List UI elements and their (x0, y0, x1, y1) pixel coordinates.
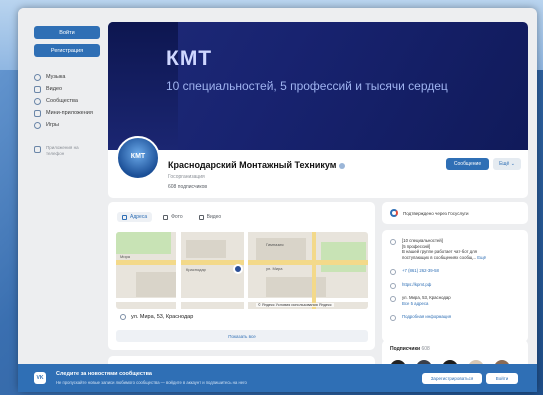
music-icon (34, 73, 41, 81)
show-all-button[interactable]: Показать все (116, 330, 368, 342)
location-icon (120, 314, 126, 320)
address-line: ул. Мира, 53, Краснодар (120, 314, 193, 320)
map-label: Краснодар (186, 267, 206, 272)
nav-item-music[interactable]: Музыка (34, 72, 65, 82)
all-addresses-link[interactable]: Все 5 адреса (402, 301, 451, 307)
cover-title: КМТ (166, 47, 213, 70)
tab-label: Видео (206, 214, 222, 220)
info-site[interactable]: https://kpmt.рф (390, 282, 431, 289)
left-nav: Войти Регистрация Музыка Видео Сообществ… (18, 8, 106, 392)
globe-icon (390, 283, 396, 289)
register-button[interactable]: Регистрация (34, 44, 100, 57)
nav-item-games[interactable]: Игры (34, 120, 59, 130)
login-button[interactable]: Войти (34, 26, 100, 39)
card-tabs: Адреса Фото Видео (117, 212, 226, 222)
signup-banner: VK Следите за новостями сообщества Не пр… (18, 364, 537, 392)
games-icon (34, 121, 41, 129)
phone-icon (390, 269, 396, 275)
nav-item-mini-apps[interactable]: Мини-приложения (34, 108, 93, 118)
tab-addresses[interactable]: Адреса (117, 212, 153, 222)
info-phone[interactable]: +7 (861) 262-39-58 (390, 268, 439, 275)
apps-icon (34, 109, 41, 117)
apps-promo-label: Приложения на телефон (46, 145, 79, 156)
details-link: Подробная информация (402, 314, 452, 319)
video-icon (198, 214, 204, 220)
info-address: ул. Мира, 53, Краснодар Все 5 адреса (390, 295, 451, 306)
message-button[interactable]: Сообщение (446, 158, 489, 170)
map-road (116, 298, 368, 302)
tab-label: Адреса (130, 214, 148, 220)
map-road (312, 232, 316, 309)
tab-videos[interactable]: Видео (194, 212, 227, 222)
nav-item-video[interactable]: Видео (34, 84, 62, 94)
subscriber-count[interactable]: 608 подписчиков (168, 184, 207, 190)
info-icon (390, 239, 396, 245)
profile-bar: КМТ Краснодарский Монтажный Техникум Гос… (108, 136, 528, 198)
gosuslugi-text: Подтверждено через Госуслуги (403, 210, 469, 216)
gosuslugi-card[interactable]: Подтверждено через Госуслуги (382, 202, 528, 224)
map-view[interactable]: Мира Краснодар ул. Мира Гимназия © Яндек… (116, 232, 368, 309)
info-description: [10 специальностей] [5 профессий] В наше… (390, 238, 486, 260)
info-address-text: ул. Мира, 53, Краснодар (402, 295, 451, 300)
subscribers-title-text: Подписчики (390, 346, 421, 352)
addresses-card: Адреса Фото Видео Мира Краснодар ул. Мир… (108, 202, 375, 350)
nav-item-label: Видео (46, 86, 63, 92)
signin-button[interactable]: Войти (486, 373, 518, 384)
community-icon (34, 97, 41, 105)
nav-item-communities[interactable]: Сообщества (34, 96, 78, 106)
map-block (186, 240, 226, 258)
map-label: Гимназия (266, 242, 284, 247)
nav-item-label: Мини-приложения (46, 110, 93, 116)
nav-item-label: Игры (46, 122, 59, 128)
photo-icon (163, 214, 169, 220)
avatar[interactable]: КМТ (116, 136, 160, 180)
gosuslugi-icon (390, 209, 398, 217)
map-park (116, 232, 171, 254)
info-card: [10 специальностей] [5 профессий] В наше… (382, 230, 528, 342)
info-more-link[interactable]: Ещё (477, 255, 486, 260)
map-attribution[interactable]: © Яндекс Условия использования Яндекс (256, 303, 334, 307)
cover-subtitle: 10 специальностей, 5 профессий и тысячи … (166, 79, 448, 93)
map-label: Мира (120, 254, 131, 259)
more-button[interactable]: Ещё ⌄ (493, 158, 521, 170)
signup-button[interactable]: Зарегистрироваться (422, 373, 482, 384)
map-label: ул. Мира (266, 266, 283, 271)
map-pin-icon[interactable] (233, 264, 243, 274)
pin-icon (122, 214, 127, 220)
tab-photos[interactable]: Фото (158, 212, 188, 222)
community-type: Госорганизация (168, 174, 205, 180)
video-icon (34, 85, 41, 93)
apps-promo[interactable]: Приложения на телефон (34, 145, 86, 157)
banner-subtitle: Не пропускайте новые записи любимого соо… (56, 380, 247, 385)
address-text: ул. Мира, 53, Краснодар (131, 314, 194, 320)
tab-label: Фото (171, 214, 183, 220)
map-block (266, 277, 326, 297)
page-title: Краснодарский Монтажный Техникум (168, 160, 346, 170)
info-details[interactable]: Подробная информация (390, 314, 451, 321)
map-road (116, 260, 368, 265)
phone-icon (34, 146, 41, 153)
vk-logo: VK (34, 372, 46, 384)
subscribers-title[interactable]: Подписчики 608 (390, 346, 430, 352)
banner-title: Следите за новостями сообщества (56, 371, 152, 377)
subscribers-count: 608 (421, 346, 430, 352)
location-icon (390, 296, 396, 302)
community-cover: КМТ 10 специальностей, 5 профессий и тыс… (108, 22, 528, 150)
map-park (321, 242, 366, 272)
avatar-text: КМТ (130, 153, 146, 160)
nav-item-label: Сообщества (46, 98, 78, 104)
details-icon (390, 315, 396, 321)
map-block (136, 272, 181, 297)
info-desc-line: поступающих в сообщениях сообщ... (402, 254, 477, 260)
phone-text: +7 (861) 262-39-58 (402, 268, 439, 273)
nav-item-label: Музыка (46, 74, 66, 80)
site-link: https://kpmt.рф (402, 282, 432, 287)
community-name: Краснодарский Монтажный Техникум (168, 160, 337, 170)
verified-icon (339, 162, 346, 169)
